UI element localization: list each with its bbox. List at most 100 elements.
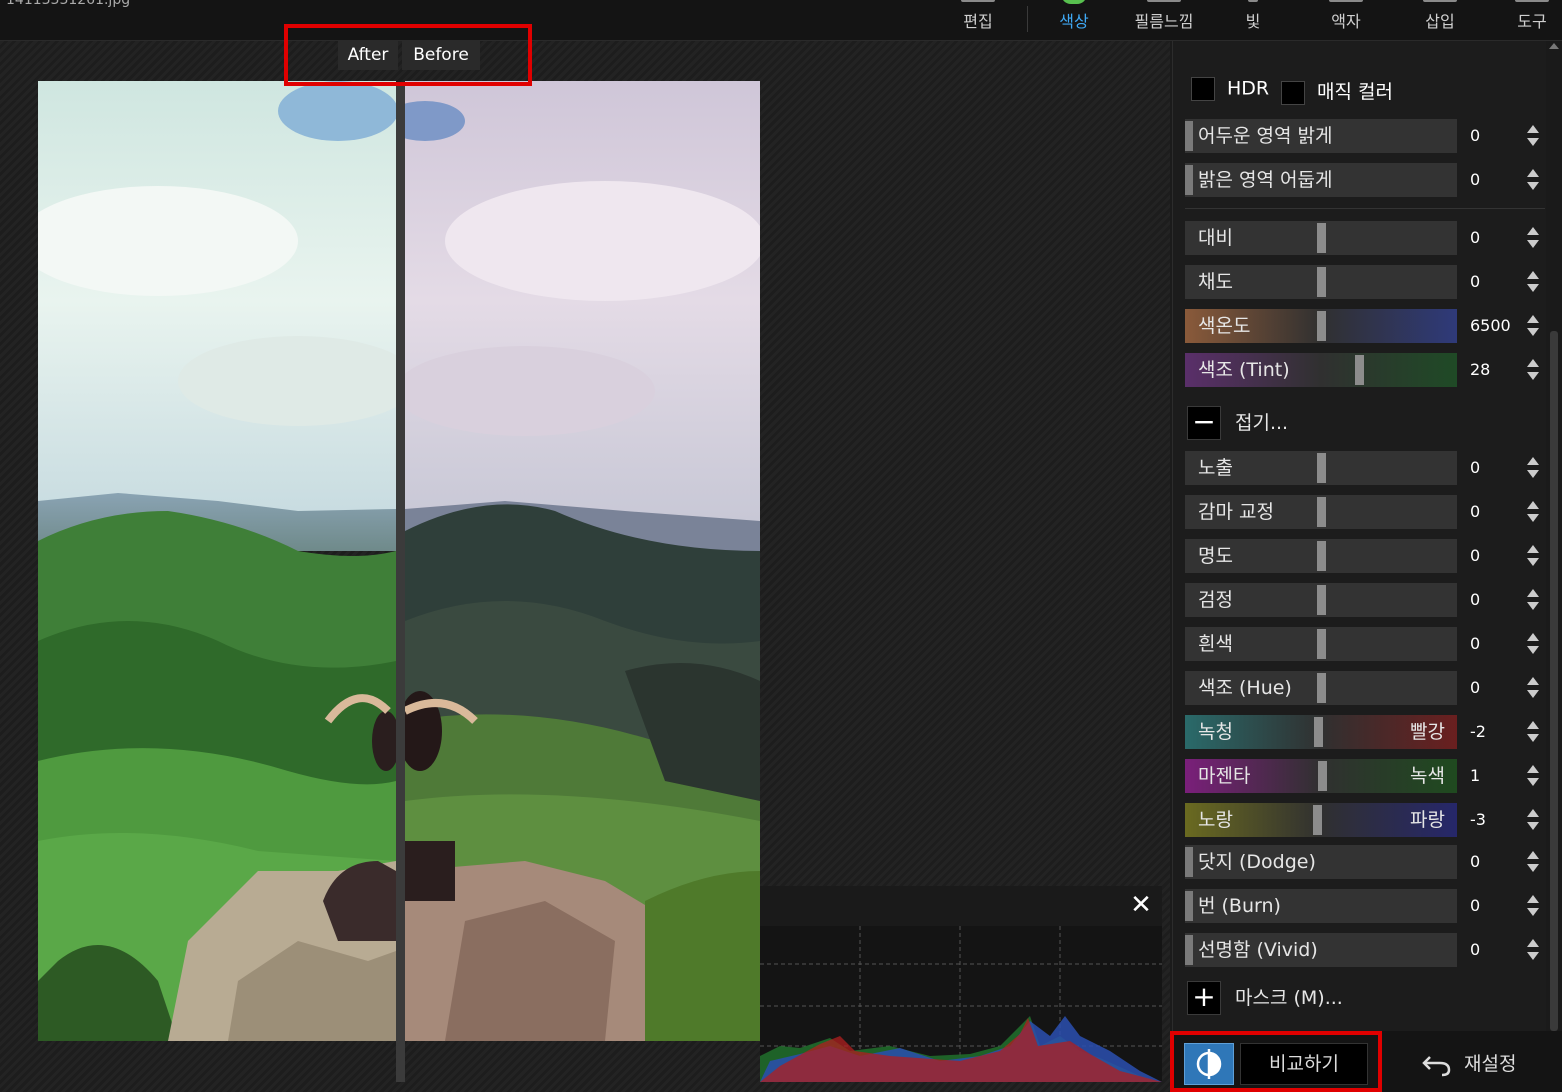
slider-shadows[interactable]: 어두운 영역 밝게 0 — [1185, 119, 1545, 153]
value-input[interactable]: -3 — [1470, 803, 1486, 837]
value-input[interactable]: 0 — [1470, 539, 1480, 573]
scroll-up-icon[interactable] — [1549, 43, 1559, 49]
value-input[interactable]: 0 — [1470, 495, 1480, 529]
undo-icon — [1422, 1056, 1451, 1077]
slider-temperature[interactable]: 색온도 6500 — [1185, 309, 1545, 343]
tab-color[interactable]: 색상 — [1046, 0, 1102, 40]
value-input[interactable]: 0 — [1470, 671, 1480, 705]
slider-vivid[interactable]: 선명함 (Vivid) 0 — [1185, 933, 1545, 967]
reset-button[interactable]: 재설정 — [1422, 1045, 1542, 1083]
tab-frame[interactable]: 액자 — [1318, 0, 1374, 40]
tab-insert[interactable]: 삽입 — [1412, 0, 1468, 40]
slider-burn[interactable]: 번 (Burn) 0 — [1185, 889, 1545, 923]
divider — [1185, 208, 1545, 209]
slider-highlights[interactable]: 밝은 영역 어둡게 0 — [1185, 163, 1545, 197]
value-input[interactable]: 0 — [1470, 845, 1480, 879]
value-input[interactable]: 0 — [1470, 583, 1480, 617]
slider-thumb[interactable] — [1317, 541, 1326, 571]
value-input[interactable]: 1 — [1470, 759, 1480, 793]
compare-split-handle[interactable] — [396, 86, 405, 1082]
highlight-box-compare — [1170, 1031, 1382, 1092]
spinner-icon[interactable] — [1525, 357, 1541, 383]
value-input[interactable]: 0 — [1470, 451, 1480, 485]
slider-thumb[interactable] — [1317, 497, 1326, 527]
slider-thumb[interactable] — [1355, 355, 1364, 385]
insert-icon — [1423, 0, 1457, 2]
spinner-icon[interactable] — [1525, 675, 1541, 701]
spinner-icon[interactable] — [1525, 631, 1541, 657]
value-input[interactable]: 0 — [1470, 221, 1480, 255]
slider-white[interactable]: 흰색 0 — [1185, 627, 1545, 661]
slider-exposure[interactable]: 노출 0 — [1185, 451, 1545, 485]
tab-tools[interactable]: 도구 — [1504, 0, 1560, 40]
value-input[interactable]: 28 — [1470, 353, 1490, 387]
panel-scrollbar[interactable] — [1546, 41, 1562, 1031]
slider-thumb[interactable] — [1317, 629, 1326, 659]
spinner-icon[interactable] — [1525, 167, 1541, 193]
magic-color-checkbox-row[interactable]: 매직 컬러 — [1281, 77, 1393, 107]
spinner-icon[interactable] — [1525, 499, 1541, 525]
hdr-label: HDR — [1227, 77, 1270, 100]
slider-thumb[interactable] — [1317, 453, 1326, 483]
spinner-icon[interactable] — [1525, 313, 1541, 339]
scrollbar-thumb[interactable] — [1550, 331, 1558, 1031]
film-icon — [1147, 0, 1181, 2]
spinner-icon[interactable] — [1525, 225, 1541, 251]
spinner-icon[interactable] — [1525, 719, 1541, 745]
collapse-toggle[interactable]: − 접기... — [1187, 406, 1487, 442]
slider-yellow-blue[interactable]: 노랑 파랑 -3 — [1185, 803, 1545, 837]
slider-thumb[interactable] — [1317, 267, 1326, 297]
slider-thumb[interactable] — [1318, 761, 1327, 791]
value-input[interactable]: 0 — [1470, 627, 1480, 661]
spinner-icon[interactable] — [1525, 893, 1541, 919]
value-input[interactable]: -2 — [1470, 715, 1486, 749]
spinner-icon[interactable] — [1525, 807, 1541, 833]
slider-thumb[interactable] — [1313, 805, 1322, 835]
hdr-checkbox[interactable] — [1191, 77, 1215, 101]
hdr-checkbox-row[interactable]: HDR — [1191, 77, 1269, 107]
color-icon — [1061, 0, 1087, 4]
histogram-graph — [760, 926, 1162, 1082]
slider-magenta-green[interactable]: 마젠타 녹색 1 — [1185, 759, 1545, 793]
slider-thumb[interactable] — [1317, 223, 1326, 253]
before-image — [405, 81, 760, 1041]
slider-thumb[interactable] — [1314, 717, 1323, 747]
slider-dodge[interactable]: 닷지 (Dodge) 0 — [1185, 845, 1545, 879]
tab-separator — [1027, 6, 1028, 32]
tab-edit[interactable]: 편집 — [950, 0, 1006, 40]
value-input[interactable]: 0 — [1470, 933, 1480, 967]
slider-brightness[interactable]: 명도 0 — [1185, 539, 1545, 573]
slider-saturation[interactable]: 채도 0 — [1185, 265, 1545, 299]
spinner-icon[interactable] — [1525, 763, 1541, 789]
spinner-icon[interactable] — [1525, 587, 1541, 613]
spinner-icon[interactable] — [1525, 123, 1541, 149]
value-input[interactable]: 0 — [1470, 119, 1480, 153]
slider-thumb[interactable] — [1317, 673, 1326, 703]
tab-film[interactable]: 필름느낌 — [1120, 0, 1208, 40]
plus-icon[interactable]: + — [1187, 981, 1221, 1015]
spinner-icon[interactable] — [1525, 543, 1541, 569]
spinner-icon[interactable] — [1525, 849, 1541, 875]
spinner-icon[interactable] — [1525, 269, 1541, 295]
top-toolbar: 14113331261.jpg 편집 색상 필름느낌 빛 액자 삽입 도구 — [0, 0, 1562, 41]
value-input[interactable]: 0 — [1470, 265, 1480, 299]
slider-thumb[interactable] — [1317, 585, 1326, 615]
value-input[interactable]: 6500 — [1470, 309, 1511, 343]
minus-icon[interactable]: − — [1187, 406, 1221, 440]
light-icon — [1248, 0, 1258, 2]
mask-toggle[interactable]: + 마스크 (M)... — [1187, 981, 1487, 1017]
value-input[interactable]: 0 — [1470, 163, 1480, 197]
spinner-icon[interactable] — [1525, 455, 1541, 481]
spinner-icon[interactable] — [1525, 937, 1541, 963]
slider-gamma[interactable]: 감마 교정 0 — [1185, 495, 1545, 529]
slider-contrast[interactable]: 대비 0 — [1185, 221, 1545, 255]
slider-tint[interactable]: 색조 (Tint) 28 — [1185, 353, 1545, 387]
slider-thumb[interactable] — [1317, 311, 1326, 341]
edit-icon — [961, 0, 995, 2]
tab-light[interactable]: 빛 — [1230, 0, 1276, 40]
value-input[interactable]: 0 — [1470, 889, 1480, 923]
slider-hue[interactable]: 색조 (Hue) 0 — [1185, 671, 1545, 705]
slider-black[interactable]: 검정 0 — [1185, 583, 1545, 617]
slider-cyan-red[interactable]: 녹청 빨강 -2 — [1185, 715, 1545, 749]
magic-color-checkbox[interactable] — [1281, 80, 1305, 105]
